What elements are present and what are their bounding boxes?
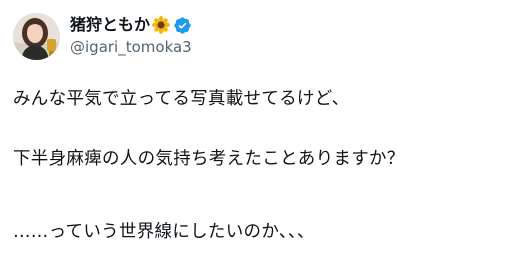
user-handle[interactable]: @igari_tomoka3: [70, 37, 192, 57]
display-name[interactable]: 猪狩ともか: [70, 14, 150, 36]
profile-avatar[interactable]: [13, 13, 60, 60]
tweet-text-line-3: ……っていう世界線にしたいのか、、、: [13, 222, 315, 242]
tweet-card: 猪狩ともか @igari_tomoka3 みんな平気で立ってる写真載せてるけど、…: [0, 0, 507, 255]
tweet-text-line-1: みんな平気で立ってる写真載せてるけど、: [13, 89, 350, 109]
sunflower-icon: [152, 16, 171, 34]
avatar-image: [13, 13, 60, 60]
verified-badge-icon[interactable]: [173, 16, 192, 35]
tweet-text-line-2: 下半身麻痺の人の気持ち考えたことありますか？: [13, 149, 405, 169]
name-row: 猪狩ともか: [70, 13, 192, 37]
